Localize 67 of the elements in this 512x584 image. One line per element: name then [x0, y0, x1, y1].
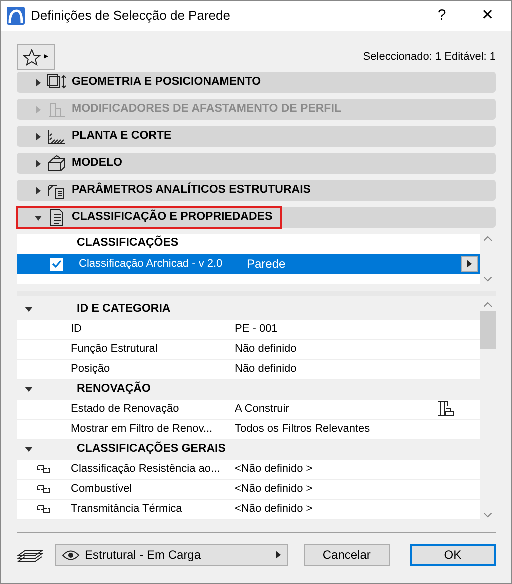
triangle-icon [25, 447, 33, 452]
layer-combination-dropdown[interactable]: Estrutural - Em Carga [55, 544, 288, 566]
property-name: Classificação Resistência ao... [71, 462, 222, 478]
triangle-icon [35, 132, 42, 140]
property-name: Transmitância Térmica [71, 502, 184, 518]
scroll-up-icon [484, 236, 492, 241]
panel-toggle[interactable]: PARÂMETROS ANALÍTICOS ESTRUTURAIS [17, 180, 319, 201]
property-value: <Não definido > [235, 482, 314, 498]
group-heading: RENOVAÇÃO [77, 381, 151, 398]
triangle-icon [35, 214, 42, 222]
property-value: Não definido [235, 362, 298, 378]
eye-icon [62, 550, 80, 560]
ok-button[interactable]: OK [410, 544, 496, 566]
star-icon [23, 48, 41, 66]
property-value: <Não definido > [235, 462, 314, 478]
classification-row[interactable]: Classificação Archicad - v 2.0 Parede [17, 254, 480, 274]
checkbox[interactable] [50, 258, 63, 270]
triangle-icon [25, 307, 33, 312]
property-value: A Construir [235, 402, 290, 418]
app-logo-icon [7, 7, 25, 25]
cancel-button[interactable]: Cancelar [304, 544, 390, 566]
model-icon [47, 154, 67, 172]
plan-icon [47, 128, 67, 146]
group-heading: CLASSIFICAÇÕES GERAIS [77, 441, 226, 458]
property-row[interactable]: Combustível <Não definido > [17, 480, 480, 500]
column-heading: CLASSIFICAÇÕES [76, 234, 180, 252]
triangle-icon [276, 551, 281, 559]
triangle-icon [35, 186, 42, 194]
property-value: Não definido [235, 342, 298, 358]
check-icon [52, 260, 62, 268]
profile-icon [47, 100, 67, 118]
scroll-down-icon [484, 277, 492, 282]
help-button[interactable]: ? [419, 1, 465, 31]
group-heading: ID E CATEGORIA [77, 302, 171, 318]
property-name: Combustível [71, 482, 134, 498]
property-name: Posição [71, 362, 112, 378]
property-name: Função Estrutural [71, 342, 159, 358]
triangle-icon [467, 260, 472, 268]
panel-toggle[interactable]: PLANTA E CORTE [17, 126, 180, 147]
property-value: PE - 001 [235, 322, 279, 338]
triangle-icon [25, 387, 33, 392]
panel-toggle[interactable]: CLASSIFICAÇÃO E PROPRIEDADES [17, 207, 281, 228]
scroll-up-icon [484, 302, 492, 307]
triangle-icon [35, 78, 42, 86]
property-name: Mostrar em Filtro de Renov... [71, 422, 214, 438]
property-name: Estado de Renovação [71, 402, 180, 418]
panel-toggle[interactable]: MODELO [17, 153, 130, 174]
close-button[interactable]: ✕ [465, 1, 511, 31]
triangle-icon [35, 160, 42, 168]
expand-arrow-button[interactable] [461, 256, 478, 272]
property-name: ID [71, 322, 83, 338]
property-row[interactable]: Transmitância Térmica <Não definido > [17, 500, 480, 520]
property-row[interactable]: Função Estrutural Não definido [17, 340, 480, 360]
scrollbar-thumb[interactable] [480, 311, 496, 349]
property-row[interactable]: Classificação Resistência ao... <Não definido > [17, 460, 480, 480]
scroll-down-icon [484, 513, 492, 518]
geometry-icon [47, 74, 67, 92]
property-value: Todos os Filtros Relevantes [235, 422, 372, 438]
panel-toggle[interactable]: GEOMETRIA E POSICIONAMENTO [17, 72, 270, 93]
favorites-button[interactable]: ▸ [17, 44, 55, 70]
window-title: Definições de Selecção de Parede [31, 7, 232, 26]
renovation-icon [437, 401, 454, 418]
selection-count: Seleccionado: 1 Editável: 1 [363, 50, 496, 65]
property-row[interactable]: ID PE - 001 [17, 320, 480, 340]
property-value: <Não definido > [235, 502, 314, 518]
property-row[interactable]: Estado de Renovação A Construir [17, 400, 480, 420]
triangle-icon [35, 106, 42, 114]
